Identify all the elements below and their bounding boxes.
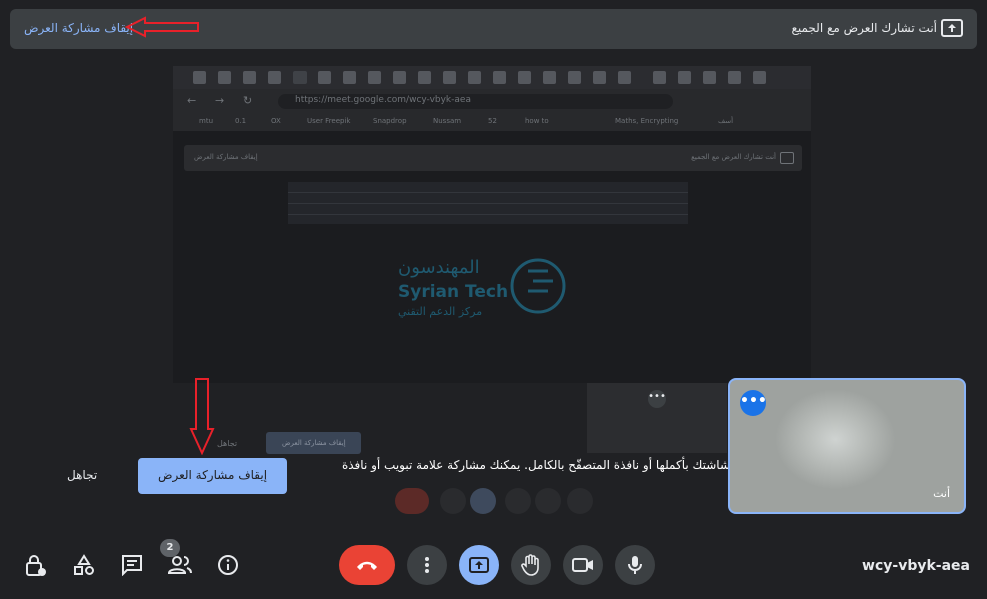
- inner-status: أنت تشارك العرض مع الجميع: [691, 153, 776, 161]
- more-vert-icon: [425, 557, 429, 573]
- reload-icon: ↻: [243, 94, 253, 107]
- info-icon[interactable]: [216, 553, 240, 577]
- inner-ignore-label: تجاهل: [217, 439, 238, 448]
- self-name-label: أنت: [933, 487, 950, 500]
- activities-icon[interactable]: [72, 553, 96, 577]
- forward-icon: →: [215, 94, 225, 107]
- raise-hand-icon: [521, 554, 539, 576]
- share-tab-hint: شاشتك بأكملها أو نافذة المتصفّح بالكامل.…: [341, 458, 730, 472]
- inner-present-icon: [780, 152, 794, 164]
- presenting-status: أنت تشارك العرض مع الجميع: [791, 21, 937, 35]
- participants-count-badge: 2: [160, 539, 180, 557]
- camera-icon: [572, 558, 593, 572]
- syrian-tech-logo: المهندسون Syrian Tech مركز الدعم التقني: [398, 257, 566, 318]
- ignore-button[interactable]: تجاهل: [67, 468, 97, 482]
- end-call-button[interactable]: [339, 545, 395, 585]
- logo-line3: مركز الدعم التقني: [398, 305, 482, 318]
- logo-line1: المهندسون: [398, 257, 480, 278]
- annotation-arrow-left-icon: [125, 16, 199, 38]
- present-icon: [469, 557, 489, 573]
- raise-hand-button[interactable]: [511, 545, 551, 585]
- shared-screen-preview: ← → ↻ https://meet.google.com/wcy-vbyk-a…: [173, 66, 811, 383]
- bookmark-item: User Freepik: [307, 117, 351, 125]
- camera-button[interactable]: [563, 545, 603, 585]
- bookmarks-bar: mtu 0.1 OX User Freepik Snapdrop Nussam …: [173, 114, 811, 131]
- bookmark-item: OX: [271, 117, 281, 125]
- present-to-all-icon: [941, 19, 963, 37]
- bookmark-item: Snapdrop: [373, 117, 407, 125]
- bookmark-item: Nussam: [433, 117, 462, 125]
- inner-stop-button: إيقاف مشاركة العرض: [266, 432, 361, 454]
- browser-tab-strip: [173, 66, 811, 89]
- inner-stop-link: إيقاف مشاركة العرض: [194, 153, 258, 161]
- lock-person-icon[interactable]: [24, 553, 48, 577]
- inner-content-table: [288, 182, 688, 224]
- bookmark-item: أسف: [718, 117, 734, 125]
- present-button[interactable]: [459, 545, 499, 585]
- microphone-button[interactable]: [615, 545, 655, 585]
- back-icon: ←: [187, 94, 197, 107]
- stop-presenting-link[interactable]: إيقاف مشاركة العرض: [24, 21, 133, 35]
- inner-presenting-bar: إيقاف مشاركة العرض أنت تشارك العرض مع ال…: [184, 145, 802, 171]
- stop-presenting-button[interactable]: إيقاف مشاركة العرض: [138, 458, 287, 494]
- mic-icon: [628, 556, 642, 574]
- inner-more-icon: •••: [648, 390, 666, 408]
- self-video-tile[interactable]: ••• أنت: [728, 378, 966, 514]
- logo-line2: Syrian Tech: [398, 282, 508, 302]
- bookmark-item: 0.1: [235, 117, 247, 125]
- inner-stop-button-label: إيقاف مشاركة العرض: [282, 439, 346, 447]
- call-end-icon: [357, 561, 377, 570]
- bookmark-item: mtu: [199, 117, 213, 125]
- more-horiz-icon[interactable]: •••: [740, 390, 767, 416]
- stop-presenting-label: إيقاف مشاركة العرض: [157, 468, 268, 482]
- bookmark-item: how to: [525, 117, 549, 125]
- meeting-code: wcy-vbyk-aea: [862, 558, 970, 574]
- chat-icon[interactable]: [120, 553, 144, 577]
- address-text: https://meet.google.com/wcy-vbyk-aea: [295, 95, 471, 105]
- bookmark-item: Maths, Encrypting: [615, 117, 679, 125]
- bookmark-item: 52: [488, 117, 497, 125]
- annotation-arrow-down-icon: [189, 378, 215, 455]
- browser-address-bar: ← → ↻ https://meet.google.com/wcy-vbyk-a…: [173, 89, 811, 114]
- more-options-button[interactable]: [407, 545, 447, 585]
